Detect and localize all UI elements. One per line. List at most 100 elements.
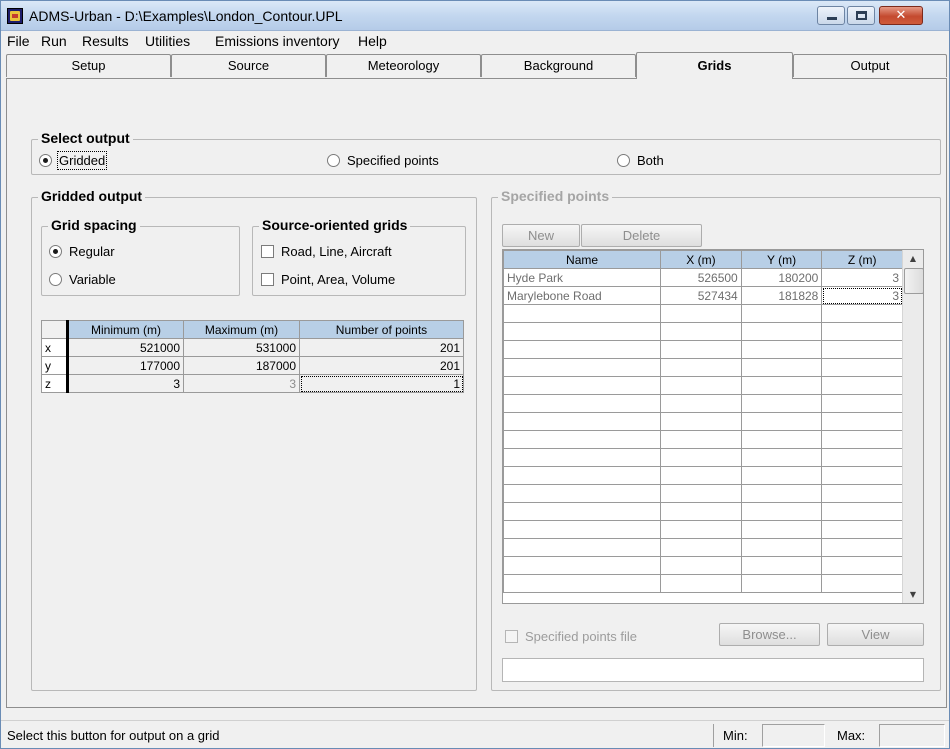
table-row [503, 556, 903, 575]
status-divider [713, 724, 714, 747]
menu-help[interactable]: Help [358, 33, 387, 49]
table-row [503, 358, 903, 377]
point-z-cell[interactable]: 3 [821, 268, 903, 287]
table-row [503, 466, 903, 485]
tab-source[interactable]: Source [171, 54, 326, 77]
table-row [503, 448, 903, 467]
both-radio-label[interactable]: Both [637, 153, 664, 168]
status-bar: Select this button for output on a grid … [1, 720, 949, 748]
grid-spacing-label: Grid spacing [48, 217, 140, 233]
y-maximum-cell[interactable]: 187000 [183, 356, 300, 375]
close-button[interactable]: ✕ [879, 6, 923, 25]
minimize-button[interactable] [817, 6, 845, 25]
x-maximum-cell[interactable]: 531000 [183, 338, 300, 357]
view-button[interactable]: View [827, 623, 924, 646]
table-row [503, 538, 903, 557]
maximize-icon [856, 11, 867, 20]
z-points-cell[interactable]: 1 [299, 374, 464, 393]
column-header: Number of points [299, 320, 464, 339]
grids-tab-panel: Select output Gridded Specified points B… [6, 78, 947, 708]
browse-button[interactable]: Browse... [719, 623, 820, 646]
min-label: Min: [723, 728, 748, 743]
column-header: X (m) [660, 250, 742, 269]
regular-radio-label[interactable]: Regular [69, 244, 115, 259]
menu-run[interactable]: Run [41, 33, 67, 49]
road-line-aircraft-checkbox[interactable] [261, 245, 274, 258]
scroll-up-icon[interactable]: ▲ [903, 250, 923, 267]
table-row [503, 322, 903, 341]
point-z-cell[interactable]: 3 [821, 286, 903, 305]
table-row [503, 304, 903, 323]
table-row: z 3 3 1 [41, 374, 464, 393]
corner-cell [41, 320, 69, 339]
delete-point-button[interactable]: Delete [581, 224, 702, 247]
column-header: Maximum (m) [183, 320, 300, 339]
grid-table-header-row: Minimum (m) Maximum (m) Number of points [41, 320, 464, 339]
z-maximum-cell[interactable]: 3 [183, 374, 300, 393]
point-area-volume-checkbox[interactable] [261, 273, 274, 286]
specified-points-table: Name X (m) Y (m) Z (m) Hyde Park 526500 … [503, 250, 903, 593]
regular-radio[interactable] [49, 245, 62, 258]
point-y-cell[interactable]: 181828 [740, 286, 823, 305]
select-output-group: Select output [31, 130, 941, 175]
table-row [503, 412, 903, 431]
row-header-y: y [41, 356, 69, 375]
scroll-thumb[interactable] [904, 268, 923, 294]
new-point-button[interactable]: New [502, 224, 580, 247]
menu-file[interactable]: File [7, 33, 30, 49]
menu-emissions-inventory[interactable]: Emissions inventory [215, 33, 340, 49]
maximize-button[interactable] [847, 6, 875, 25]
point-y-cell[interactable]: 180200 [740, 268, 823, 287]
specified-points-radio[interactable] [327, 154, 340, 167]
specified-points-radio-label[interactable]: Specified points [347, 153, 439, 168]
max-label: Max: [837, 728, 866, 743]
specified-points-file-path[interactable] [502, 658, 924, 682]
table-row [503, 502, 903, 521]
point-name-cell[interactable]: Marylebone Road [503, 286, 662, 305]
variable-radio-label[interactable]: Variable [69, 272, 116, 287]
max-value [879, 724, 945, 747]
specified-points-grid: Name X (m) Y (m) Z (m) Hyde Park 526500 … [502, 249, 924, 604]
tab-background[interactable]: Background [481, 54, 636, 77]
tab-meteorology[interactable]: Meteorology [326, 54, 481, 77]
scroll-down-icon[interactable]: ▼ [903, 586, 923, 603]
z-minimum-cell[interactable]: 3 [67, 374, 184, 393]
points-vertical-scrollbar[interactable]: ▲ ▼ [902, 250, 923, 603]
variable-radio[interactable] [49, 273, 62, 286]
title-bar[interactable]: ADMS-Urban - D:\Examples\London_Contour.… [1, 1, 949, 31]
point-area-volume-label[interactable]: Point, Area, Volume [281, 272, 395, 287]
tab-setup[interactable]: Setup [6, 54, 171, 77]
x-points-cell[interactable]: 201 [299, 338, 464, 357]
point-name-cell[interactable]: Hyde Park [503, 268, 662, 287]
grid-extent-table-wrapper: Minimum (m) Maximum (m) Number of points… [41, 320, 464, 393]
specified-points-file-checkbox[interactable] [505, 630, 518, 643]
source-oriented-grids-label: Source-oriented grids [259, 217, 411, 233]
menu-results[interactable]: Results [82, 33, 129, 49]
gridded-output-label: Gridded output [38, 188, 146, 204]
app-window: ADMS-Urban - D:\Examples\London_Contour.… [0, 0, 950, 749]
points-table-header-row: Name X (m) Y (m) Z (m) [503, 250, 903, 269]
y-minimum-cell[interactable]: 177000 [67, 356, 184, 375]
table-row: x 521000 531000 201 [41, 338, 464, 357]
tab-output[interactable]: Output [793, 54, 947, 77]
specified-points-file-label[interactable]: Specified points file [525, 629, 637, 644]
column-header: Name [503, 250, 662, 269]
status-message: Select this button for output on a grid [7, 728, 220, 743]
table-row [503, 574, 903, 593]
point-x-cell[interactable]: 527434 [660, 286, 742, 305]
table-row: Hyde Park 526500 180200 3 [503, 268, 903, 287]
menu-utilities[interactable]: Utilities [145, 33, 190, 49]
gridded-radio[interactable] [39, 154, 52, 167]
table-row [503, 394, 903, 413]
tab-grids[interactable]: Grids [636, 52, 793, 79]
y-points-cell[interactable]: 201 [299, 356, 464, 375]
column-header: Y (m) [740, 250, 823, 269]
road-line-aircraft-label[interactable]: Road, Line, Aircraft [281, 244, 392, 259]
table-row: y 177000 187000 201 [41, 356, 464, 375]
gridded-radio-label[interactable]: Gridded [56, 151, 108, 170]
column-header: Z (m) [821, 250, 903, 269]
both-radio[interactable] [617, 154, 630, 167]
app-icon [7, 8, 23, 24]
x-minimum-cell[interactable]: 521000 [67, 338, 184, 357]
point-x-cell[interactable]: 526500 [660, 268, 742, 287]
